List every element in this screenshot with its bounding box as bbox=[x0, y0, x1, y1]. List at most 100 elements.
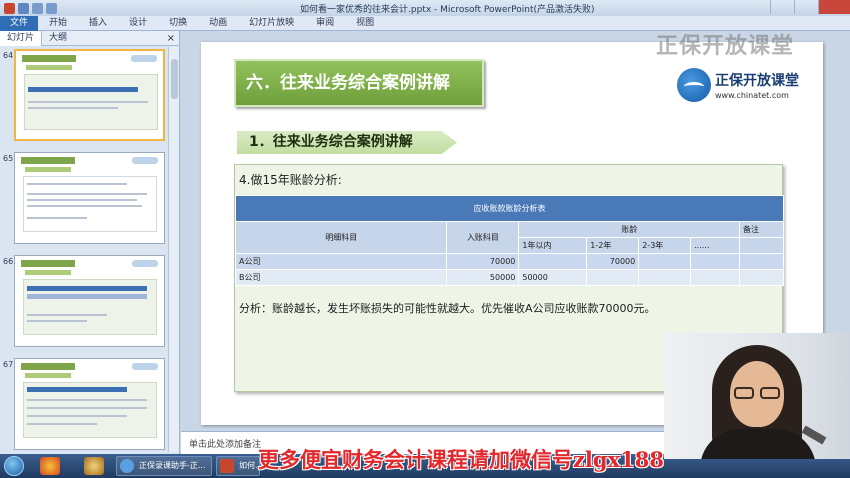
powerpoint-icon bbox=[220, 459, 234, 473]
header-within-1-year: 1年以内 bbox=[518, 237, 588, 254]
slide-number: 65 bbox=[3, 154, 14, 163]
header-2-3-years: 2-3年 bbox=[638, 237, 692, 254]
redo-icon[interactable] bbox=[46, 2, 57, 14]
slide-number: 66 bbox=[3, 257, 14, 266]
thumb-text-line bbox=[28, 107, 118, 109]
thumb-logo bbox=[132, 260, 158, 267]
powerpoint-app-icon bbox=[4, 2, 15, 14]
thumb-subtitle bbox=[26, 65, 72, 70]
watermark: 正保开放课堂 bbox=[656, 34, 795, 59]
close-button[interactable] bbox=[818, 0, 850, 14]
header-more-years: ...... bbox=[690, 237, 741, 254]
analysis-text: 分析：账龄越长，发生坏账损失的可能性就越大。优先催收A公司应收账款70000元。 bbox=[239, 302, 656, 315]
thumb-text-line bbox=[27, 415, 127, 417]
panel-tabs: 幻灯片 大纲 × bbox=[0, 30, 179, 46]
tab-home[interactable]: 开始 bbox=[38, 16, 78, 31]
row-2-3-years bbox=[638, 269, 692, 286]
taskbar-item-powerpoint[interactable]: 如何... bbox=[216, 456, 260, 476]
slide-thumbnail[interactable] bbox=[14, 358, 165, 450]
window-controls bbox=[770, 0, 850, 14]
minimize-button[interactable] bbox=[770, 0, 794, 14]
row-more-years bbox=[690, 269, 741, 286]
table-row: B公司 50000 50000 bbox=[234, 269, 784, 286]
table-caption: 应收账款账龄分析表 bbox=[235, 195, 784, 222]
thumb-subtitle bbox=[25, 270, 71, 275]
taskbar-item-label: 如何... bbox=[239, 461, 260, 470]
row-amount: 70000 bbox=[446, 253, 520, 270]
thumb-text-line bbox=[27, 407, 147, 409]
thumb-table bbox=[28, 87, 138, 92]
slides-panel: 幻灯片 大纲 × 64 65 66 67 bbox=[0, 30, 180, 454]
slide-thumbnail[interactable] bbox=[14, 152, 165, 244]
thumb-title bbox=[21, 260, 75, 267]
tab-slides[interactable]: 幻灯片 bbox=[0, 30, 43, 46]
tab-view[interactable]: 视图 bbox=[345, 16, 385, 31]
thumb-subtitle bbox=[25, 373, 71, 378]
row-amount: 50000 bbox=[446, 269, 520, 286]
slide-thumbnail[interactable] bbox=[14, 255, 165, 347]
scrollbar-thumb[interactable] bbox=[171, 59, 178, 99]
thumb-title bbox=[21, 363, 75, 370]
brand-logo: 正保开放课堂 www.chinatet.com bbox=[677, 68, 799, 102]
thumb-text-line bbox=[27, 183, 127, 185]
tab-review[interactable]: 审阅 bbox=[305, 16, 345, 31]
start-button[interactable] bbox=[4, 456, 24, 476]
tab-animations[interactable]: 动画 bbox=[198, 16, 238, 31]
undo-icon[interactable] bbox=[32, 2, 43, 14]
thumb-text-line bbox=[28, 101, 148, 103]
thumb-title bbox=[21, 157, 75, 164]
thumb-subtitle bbox=[25, 167, 71, 172]
taskbar-item-label: 正保录课助手-正... bbox=[139, 461, 206, 470]
media-player-icon[interactable] bbox=[40, 457, 60, 475]
box-heading: 4.做15年账龄分析: bbox=[239, 173, 342, 187]
glasses-right bbox=[760, 387, 780, 399]
slide-thumbnail[interactable] bbox=[14, 49, 165, 141]
tab-slideshow[interactable]: 幻灯片放映 bbox=[238, 16, 305, 31]
tab-design[interactable]: 设计 bbox=[118, 16, 158, 31]
thumb-text-line bbox=[27, 193, 147, 195]
row-company: A公司 bbox=[234, 253, 448, 270]
notes-placeholder[interactable]: 单击此处添加备注 bbox=[189, 437, 261, 450]
brand-name: 正保开放课堂 bbox=[715, 73, 799, 89]
row-2-3-years bbox=[638, 253, 692, 270]
maximize-button[interactable] bbox=[794, 0, 818, 14]
row-1-2-years: 70000 bbox=[586, 253, 640, 270]
row-1-2-years bbox=[586, 269, 640, 286]
thumb-logo bbox=[132, 363, 158, 370]
header-1-2-years: 1-2年 bbox=[586, 237, 640, 254]
row-remark bbox=[739, 269, 784, 286]
slide-number: 67 bbox=[3, 360, 14, 369]
header-remark: 备注 bbox=[739, 221, 784, 238]
window-title: 如何看一家优秀的往来会计.pptx - Microsoft PowerPoint… bbox=[300, 5, 595, 15]
thumb-logo bbox=[131, 55, 157, 62]
close-panel-icon[interactable]: × bbox=[167, 33, 175, 44]
row-company: B公司 bbox=[234, 269, 448, 286]
thumb-logo bbox=[132, 157, 158, 164]
thumb-title bbox=[22, 55, 76, 62]
row-remark bbox=[739, 253, 784, 270]
thumb-text-line bbox=[27, 199, 137, 201]
recorder-icon bbox=[120, 459, 134, 473]
slide-subtitle: 1．往来业务综合案例讲解 bbox=[237, 131, 457, 154]
thumb-text-line bbox=[27, 423, 97, 425]
thumbnail-scrollbar[interactable] bbox=[168, 47, 179, 452]
thumb-text-line bbox=[27, 314, 107, 316]
promo-banner: 更多便宜财务会计课程请加微信号zlgx188 bbox=[258, 447, 664, 472]
save-icon[interactable] bbox=[18, 2, 29, 14]
slide-thumbnails: 64 65 66 67 bbox=[0, 47, 168, 452]
tab-insert[interactable]: 插入 bbox=[78, 16, 118, 31]
thumb-table bbox=[27, 286, 147, 291]
tab-transitions[interactable]: 切换 bbox=[158, 16, 198, 31]
title-bar: 如何看一家优秀的往来会计.pptx - Microsoft PowerPoint… bbox=[0, 0, 850, 16]
tab-file[interactable]: 文件 bbox=[0, 15, 39, 31]
tab-outline[interactable]: 大纲 bbox=[42, 31, 74, 46]
slide-number: 64 bbox=[3, 51, 14, 60]
taskbar-item-recorder[interactable]: 正保录课助手-正... bbox=[116, 456, 212, 476]
header-aging: 账龄 bbox=[518, 221, 741, 238]
brand-url: www.chinatet.com bbox=[715, 91, 789, 100]
thumb-table bbox=[27, 387, 127, 392]
app-icon[interactable] bbox=[84, 457, 104, 475]
thumb-text-line bbox=[27, 320, 87, 322]
table-row: A公司 70000 70000 bbox=[234, 253, 784, 270]
glasses-left bbox=[734, 387, 754, 399]
